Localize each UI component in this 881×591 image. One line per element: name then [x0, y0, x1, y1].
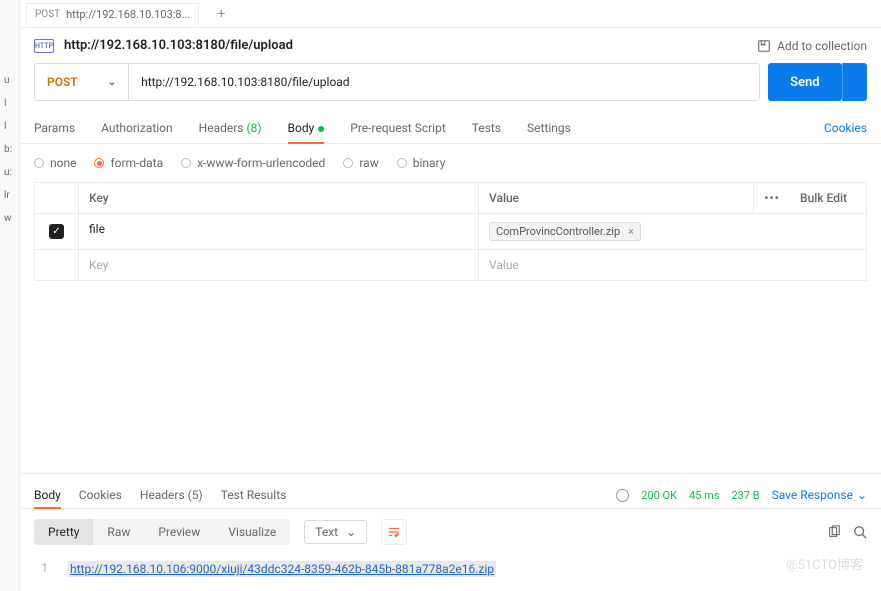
radio-icon [181, 158, 191, 168]
tab-method: POST [35, 9, 60, 20]
status-time: 45 ms [689, 489, 719, 502]
tab-title: http://192.168.10.103:8... [66, 8, 190, 21]
radio-icon [34, 158, 44, 168]
url-row: POST ⌄ Send ⌄ [20, 63, 881, 113]
chevron-down-icon: ⌄ [346, 525, 356, 539]
rail-item[interactable]: u [0, 69, 19, 92]
view-raw[interactable]: Raw [93, 519, 144, 545]
view-pretty[interactable]: Pretty [34, 519, 93, 545]
tab-body[interactable]: Body [288, 113, 325, 143]
tab-settings[interactable]: Settings [527, 113, 571, 143]
response-link[interactable]: http://192.168.10.106:9000/xiuji/43ddc32… [68, 561, 496, 577]
tab-prerequest[interactable]: Pre-request Script [350, 113, 445, 143]
col-key: Key [79, 183, 479, 213]
chevron-down-icon: ⌄ [851, 78, 859, 89]
tab-params[interactable]: Params [34, 113, 75, 143]
radio-form-data[interactable]: form-data [94, 156, 163, 170]
body-type-row: none form-data x-www-form-urlencoded raw… [20, 144, 881, 182]
file-chip[interactable]: ComProvincController.zip × [489, 222, 641, 241]
response-tabs: Body Cookies Headers (5) Test Results 20… [20, 474, 881, 509]
chevron-down-icon: ⌄ [108, 77, 116, 88]
rail-item[interactable]: w [0, 207, 19, 230]
new-tab-button[interactable]: + [209, 6, 233, 22]
rail-item[interactable]: l [0, 92, 19, 115]
table-row: ✓ ComProvincController.zip × [35, 214, 866, 250]
save-icon [757, 39, 771, 53]
request-tabs: Params Authorization Headers (8) Body Pr… [20, 113, 881, 144]
rail-item[interactable]: lr [0, 184, 19, 207]
view-preview[interactable]: Preview [144, 519, 214, 545]
wrap-lines-button[interactable] [381, 519, 407, 545]
radio-binary[interactable]: binary [397, 156, 446, 170]
col-value: Value [479, 183, 754, 213]
save-response-button[interactable]: Save Response ⌄ [772, 488, 867, 502]
radio-icon [94, 158, 104, 168]
request-title: http://192.168.10.103:8180/file/upload [64, 38, 293, 53]
watermark: @51CTO博客 [786, 554, 863, 573]
left-rail: u l l b: u: lr w [0, 0, 20, 591]
view-actions [827, 525, 867, 539]
search-icon[interactable] [853, 525, 867, 539]
radio-none[interactable]: none [34, 156, 76, 170]
http-icon: HTTP [34, 39, 54, 53]
row-checkbox[interactable]: ✓ [49, 224, 64, 239]
value-input[interactable] [489, 258, 744, 272]
rail-item[interactable]: l [0, 115, 19, 138]
resp-tab-headers[interactable]: Headers (5) [140, 482, 203, 508]
status-size: 237 B [731, 489, 759, 502]
radio-raw[interactable]: raw [343, 156, 378, 170]
view-mode-group: Pretty Raw Preview Visualize [34, 519, 290, 545]
table-row-empty [35, 250, 866, 280]
request-tab[interactable]: POST http://192.168.10.103:8... [26, 3, 199, 25]
format-select[interactable]: Text ⌄ [304, 520, 367, 544]
copy-icon[interactable] [827, 525, 841, 539]
key-input[interactable] [89, 222, 468, 236]
wrap-icon [387, 525, 401, 539]
response-panel: Body Cookies Headers (5) Test Results 20… [20, 473, 881, 591]
tab-authorization[interactable]: Authorization [101, 113, 173, 143]
more-options[interactable]: ••• [754, 183, 790, 213]
response-body: 1 http://192.168.10.106:9000/xiuji/43ddc… [20, 555, 881, 591]
bulk-edit-button[interactable]: Bulk Edit [790, 183, 866, 213]
resp-tab-body[interactable]: Body [34, 482, 61, 508]
add-to-collection-button[interactable]: Add to collection [757, 39, 867, 53]
url-input[interactable] [129, 63, 760, 101]
tab-headers[interactable]: Headers (8) [199, 113, 262, 143]
radio-icon [397, 158, 407, 168]
send-dropdown[interactable]: ⌄ [842, 63, 867, 101]
radio-xwww[interactable]: x-www-form-urlencoded [181, 156, 325, 170]
tabs-bar: POST http://192.168.10.103:8... + [20, 0, 881, 28]
line-number: 1 [34, 561, 48, 577]
response-meta: 200 OK 45 ms 237 B Save Response ⌄ [616, 488, 867, 502]
header-row: HTTP http://192.168.10.103:8180/file/upl… [20, 28, 881, 63]
rail-item[interactable]: u: [0, 161, 19, 184]
status-code: 200 OK [641, 489, 677, 502]
view-visualize[interactable]: Visualize [214, 519, 290, 545]
method-select[interactable]: POST ⌄ [34, 63, 129, 101]
view-row: Pretty Raw Preview Visualize Text ⌄ [20, 509, 881, 555]
cookies-link[interactable]: Cookies [824, 113, 867, 143]
radio-icon [343, 158, 353, 168]
modified-dot-icon [318, 126, 324, 132]
send-button[interactable]: Send [768, 63, 842, 101]
globe-icon[interactable] [616, 489, 629, 502]
form-data-table: Key Value ••• Bulk Edit ✓ ComProvincCont… [34, 182, 867, 281]
resp-tab-tests[interactable]: Test Results [221, 482, 287, 508]
table-header: Key Value ••• Bulk Edit [35, 183, 866, 214]
resp-tab-cookies[interactable]: Cookies [79, 482, 122, 508]
tab-tests[interactable]: Tests [472, 113, 501, 143]
key-input[interactable] [89, 258, 468, 272]
rail-item[interactable]: b: [0, 138, 19, 161]
remove-file-icon[interactable]: × [628, 225, 634, 238]
chevron-down-icon: ⌄ [857, 488, 867, 502]
